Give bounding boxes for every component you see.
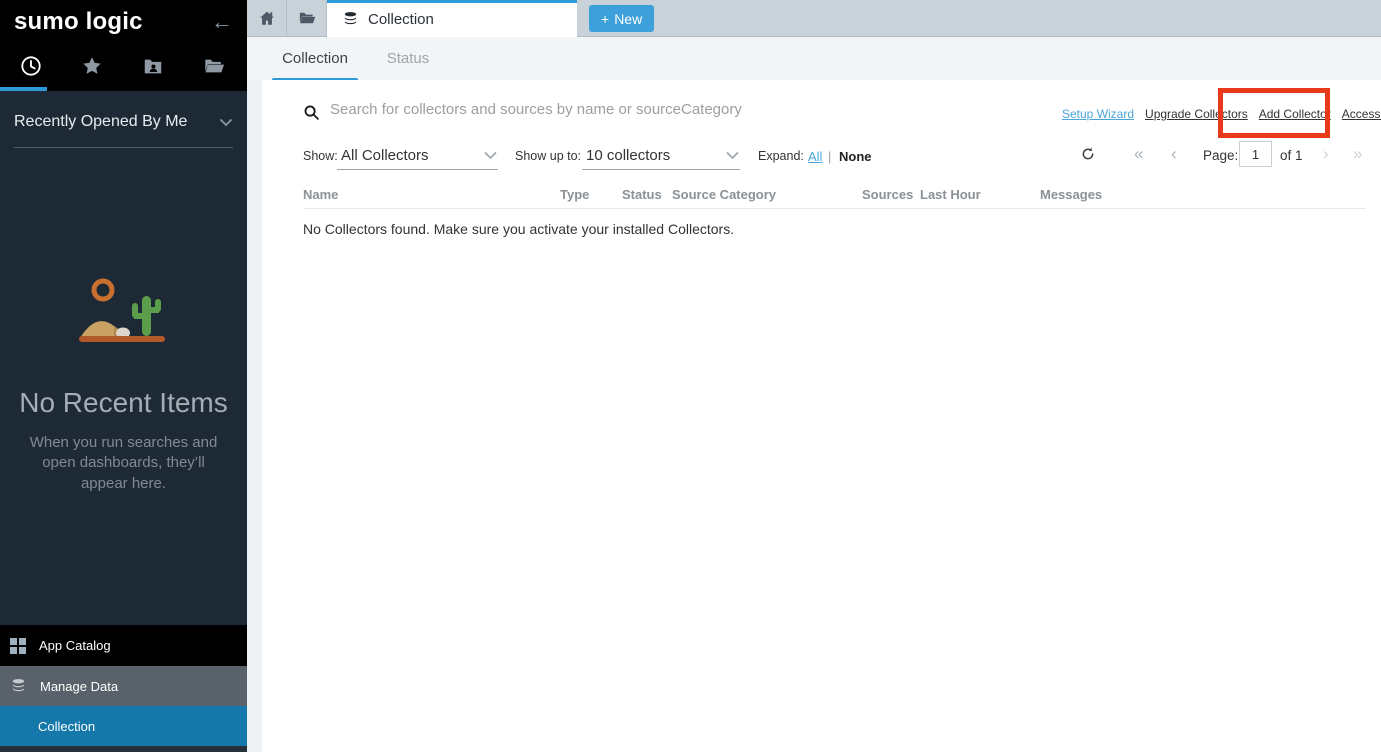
nav-label: Collection [38, 719, 95, 734]
database-icon [342, 11, 359, 28]
tab-label: Collection [282, 50, 348, 67]
page-size-value: 10 collectors [586, 147, 670, 164]
page-label: Page: [1203, 148, 1238, 163]
sidebar-bottom-strip [0, 746, 247, 752]
setup-wizard-link[interactable]: Setup Wizard [1062, 107, 1134, 121]
table-header-divider [303, 208, 1366, 209]
refresh-icon[interactable] [1080, 145, 1096, 163]
collection-page: Setup Wizard Upgrade Collectors Add Coll… [262, 80, 1381, 752]
sidebar-item-app-catalog[interactable]: App Catalog [0, 625, 247, 666]
recents-tab[interactable] [0, 48, 61, 84]
empty-state-title: No Recent Items [0, 387, 247, 419]
header-links: Setup Wizard Upgrade Collectors Add Coll… [1062, 107, 1381, 121]
collapse-sidebar-icon[interactable]: ← [211, 11, 233, 33]
page-count-label: of 1 [1280, 148, 1303, 163]
dropdown-label: Recently Opened By Me [14, 113, 187, 131]
desert-illustration-icon [76, 276, 172, 354]
favorites-tab[interactable] [61, 48, 122, 84]
sidebar-nav: App Catalog Manage Data Collection [0, 625, 247, 746]
chevron-down-icon [725, 151, 740, 160]
access-keys-link[interactable]: Access Keys [1342, 107, 1381, 121]
secondary-tab-strip: Collection Status [247, 37, 1381, 80]
column-header-last-hour: Last Hour [920, 187, 981, 202]
sidebar-header: sumo logic ← [0, 0, 247, 91]
tab-title: Collection [368, 11, 434, 28]
show-up-to-label: Show up to: [515, 149, 581, 163]
library-tab[interactable] [183, 48, 244, 84]
column-header-name: Name [303, 187, 338, 202]
no-recent-items-panel: No Recent Items When you run searches an… [0, 276, 247, 494]
open-folder-icon [203, 55, 225, 77]
home-icon [258, 9, 276, 27]
add-collector-link[interactable]: Add Collector [1259, 107, 1331, 121]
user-folder-icon [142, 55, 164, 77]
column-header-status: Status [622, 187, 662, 202]
tab-status[interactable]: Status [375, 37, 441, 80]
show-filter-value: All Collectors [341, 147, 429, 164]
tab-collection[interactable]: Collection [272, 37, 358, 80]
expand-all-link[interactable]: All [808, 149, 822, 164]
sidebar-panel: Recently Opened By Me No Recent Items Wh… [0, 91, 247, 625]
sidebar: sumo logic ← [0, 0, 247, 752]
nav-label: App Catalog [39, 638, 111, 653]
tab-label: Status [387, 50, 430, 67]
shared-content-tab[interactable] [122, 48, 183, 84]
expand-label: Expand: [758, 149, 804, 163]
search-icon [303, 104, 320, 121]
first-page-button[interactable]: « [1134, 144, 1143, 164]
star-icon [81, 55, 103, 77]
sidebar-item-collection[interactable]: Collection [0, 706, 247, 746]
expand-none-link[interactable]: None [839, 149, 872, 164]
open-folder-icon [297, 9, 317, 27]
nav-label: Manage Data [40, 679, 118, 694]
sidebar-item-manage-data[interactable]: Manage Data [0, 666, 247, 706]
column-header-source-category: Source Category [672, 187, 776, 202]
show-filter-dropdown[interactable]: All Collectors [337, 142, 498, 170]
empty-state-description: When you run searches and open dashboard… [19, 433, 229, 494]
column-header-messages: Messages [1040, 187, 1102, 202]
new-button-label: New [614, 11, 642, 27]
chevron-down-icon [483, 151, 498, 160]
last-page-button[interactable]: » [1353, 144, 1362, 164]
database-icon [10, 678, 27, 695]
empty-table-message: No Collectors found. Make sure you activ… [303, 221, 734, 237]
new-button[interactable]: + New [589, 5, 654, 32]
expand-separator: | [828, 149, 831, 164]
page-size-dropdown[interactable]: 10 collectors [582, 142, 740, 170]
search-input[interactable] [330, 96, 970, 122]
scrollbar-track[interactable] [247, 80, 262, 752]
page-number-input[interactable] [1239, 141, 1272, 167]
column-header-type: Type [560, 187, 589, 202]
show-label: Show: [303, 149, 338, 163]
library-button[interactable] [287, 0, 327, 36]
collection-tab[interactable]: Collection [327, 0, 577, 37]
plus-icon: + [601, 11, 609, 27]
top-tab-bar: Collection + New [247, 0, 1381, 37]
home-button[interactable] [247, 0, 287, 36]
column-header-sources: Sources [862, 187, 913, 202]
recent-items-dropdown[interactable]: Recently Opened By Me [14, 113, 233, 148]
chevron-down-icon [219, 118, 233, 127]
next-page-button[interactable]: › [1323, 144, 1329, 164]
clock-icon [20, 55, 42, 77]
grid-icon [10, 638, 26, 654]
previous-page-button[interactable]: ‹ [1171, 144, 1177, 164]
sidebar-icon-tabs [0, 48, 247, 84]
sumo-logic-logo: sumo logic [14, 8, 143, 36]
upgrade-collectors-link[interactable]: Upgrade Collectors [1145, 107, 1248, 121]
